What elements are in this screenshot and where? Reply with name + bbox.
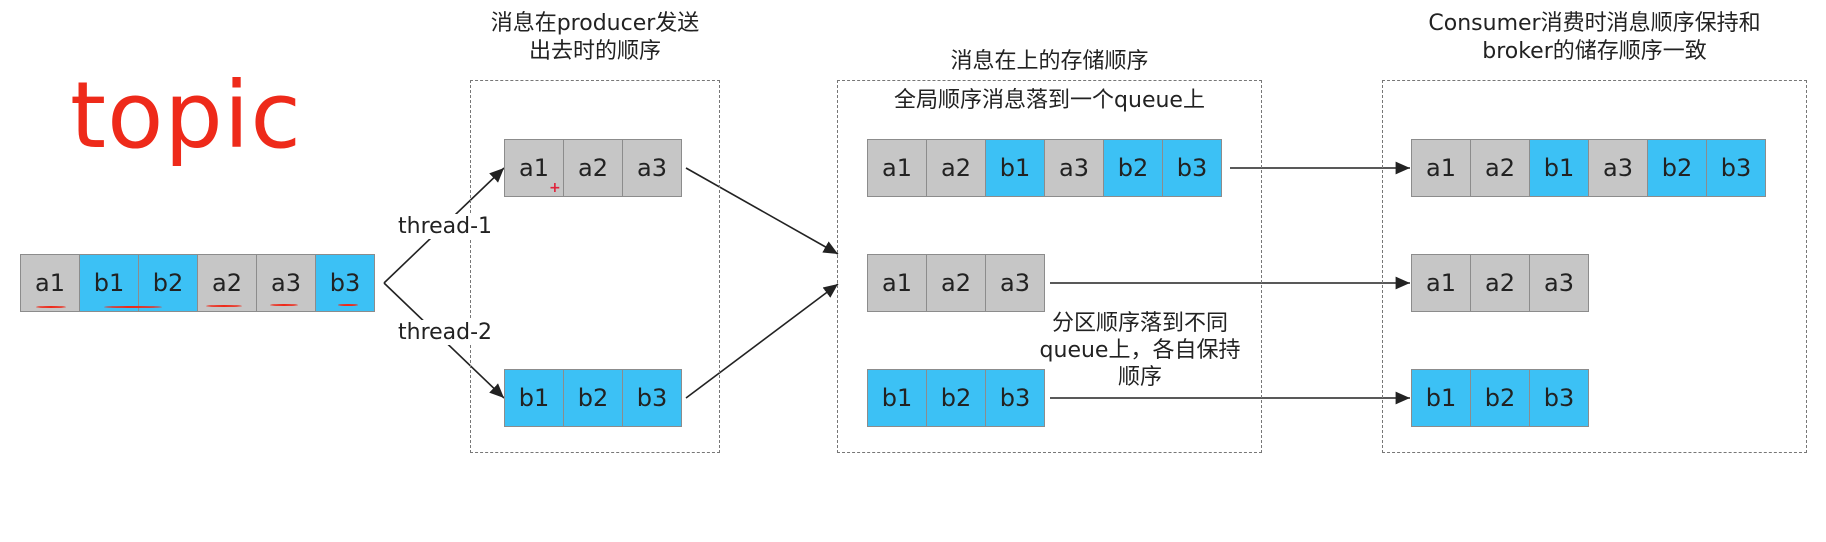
- message-cell-a1: a1: [867, 254, 927, 312]
- annotation-underline-a1: [36, 306, 66, 308]
- message-cell-b2: b2: [1103, 139, 1163, 197]
- partition-caption-line-2: queue上，各自保持: [1039, 338, 1241, 363]
- message-cell-b1: b1: [504, 369, 564, 427]
- partition-caption: 分区顺序落到不同 queue上，各自保持 顺序: [1010, 310, 1270, 391]
- consumer-queue-b-row: b1 b2 b3: [1411, 369, 1589, 427]
- message-cell-b2: b2: [1647, 139, 1707, 197]
- annotation-underline-b1-b2: [104, 306, 162, 308]
- message-cell-b3: b3: [1706, 139, 1766, 197]
- topic-title: topic: [70, 62, 302, 169]
- message-cell-a3: a3: [1044, 139, 1104, 197]
- message-cell-b1: b1: [867, 369, 927, 427]
- message-cell-b1: b1: [985, 139, 1045, 197]
- broker-queue-b-row: b1 b2 b3: [867, 369, 1045, 427]
- message-cell-a3: a3: [1588, 139, 1648, 197]
- message-cell-b1: b1: [1529, 139, 1589, 197]
- broker-global-queue-row: a1 a2 b1 a3 b2 b3: [867, 139, 1222, 197]
- message-cell-b1: b1: [79, 254, 139, 312]
- producer-caption-line-1: 消息在producer发送: [490, 11, 700, 36]
- message-cell-a2: a2: [197, 254, 257, 312]
- message-cell-a2: a2: [563, 139, 623, 197]
- message-cell-b3: b3: [622, 369, 682, 427]
- message-cell-a2: a2: [1470, 254, 1530, 312]
- message-cell-a3: a3: [985, 254, 1045, 312]
- message-cell-b3: b3: [1529, 369, 1589, 427]
- consumer-caption-line-1: Consumer消费时消息顺序保持和: [1428, 11, 1761, 36]
- annotation-underline-a2: [206, 305, 242, 307]
- message-cell-a1: a1: [1411, 139, 1471, 197]
- message-cell-a3: a3: [1529, 254, 1589, 312]
- thread-1-label: thread-1: [396, 214, 495, 239]
- thread-2-label: thread-2: [396, 320, 495, 345]
- global-order-caption: 全局顺序消息落到一个queue上: [894, 88, 1205, 113]
- consumer-global-row: a1 a2 b1 a3 b2 b3: [1411, 139, 1766, 197]
- message-cell-a1: a1: [1411, 254, 1471, 312]
- consumer-caption-line-2: broker的储存顺序一致: [1482, 39, 1707, 64]
- message-cell-a2: a2: [1470, 139, 1530, 197]
- message-cell-b3: b3: [1162, 139, 1222, 197]
- producer-a-row: a1 a2 a3: [504, 139, 682, 197]
- message-cell-a2: a2: [926, 139, 986, 197]
- message-cell-a3: a3: [622, 139, 682, 197]
- annotation-underline-a3: [270, 304, 298, 306]
- cursor-plus-icon: +: [549, 180, 561, 196]
- producer-b-row: b1 b2 b3: [504, 369, 682, 427]
- producer-caption-line-2: 出去时的顺序: [528, 39, 661, 64]
- broker-queue-a-row: a1 a2 a3: [867, 254, 1045, 312]
- message-cell-b2: b2: [563, 369, 623, 427]
- message-cell-b1: b1: [1411, 369, 1471, 427]
- message-cell-a1: a1: [20, 254, 80, 312]
- message-cell-b3: b3: [985, 369, 1045, 427]
- partition-caption-line-1: 分区顺序落到不同: [1051, 311, 1228, 336]
- message-cell-b2: b2: [1470, 369, 1530, 427]
- partition-caption-line-3: 顺序: [1117, 365, 1162, 390]
- message-cell-b2: b2: [926, 369, 986, 427]
- topic-message-row: a1 b1 b2 a2 a3 b3: [20, 254, 375, 312]
- consumer-queue-a-row: a1 a2 a3: [1411, 254, 1589, 312]
- producer-caption: 消息在producer发送 出去时的顺序: [470, 10, 720, 66]
- consumer-caption: Consumer消费时消息顺序保持和 broker的储存顺序一致: [1382, 10, 1807, 66]
- message-cell-b2: b2: [138, 254, 198, 312]
- storage-caption-line-1: 消息在上的存储顺序: [950, 49, 1149, 74]
- storage-caption: 消息在上的存储顺序: [837, 48, 1262, 76]
- annotation-underline-b3: [338, 304, 358, 306]
- message-cell-a2: a2: [926, 254, 986, 312]
- message-cell-a1: a1: [867, 139, 927, 197]
